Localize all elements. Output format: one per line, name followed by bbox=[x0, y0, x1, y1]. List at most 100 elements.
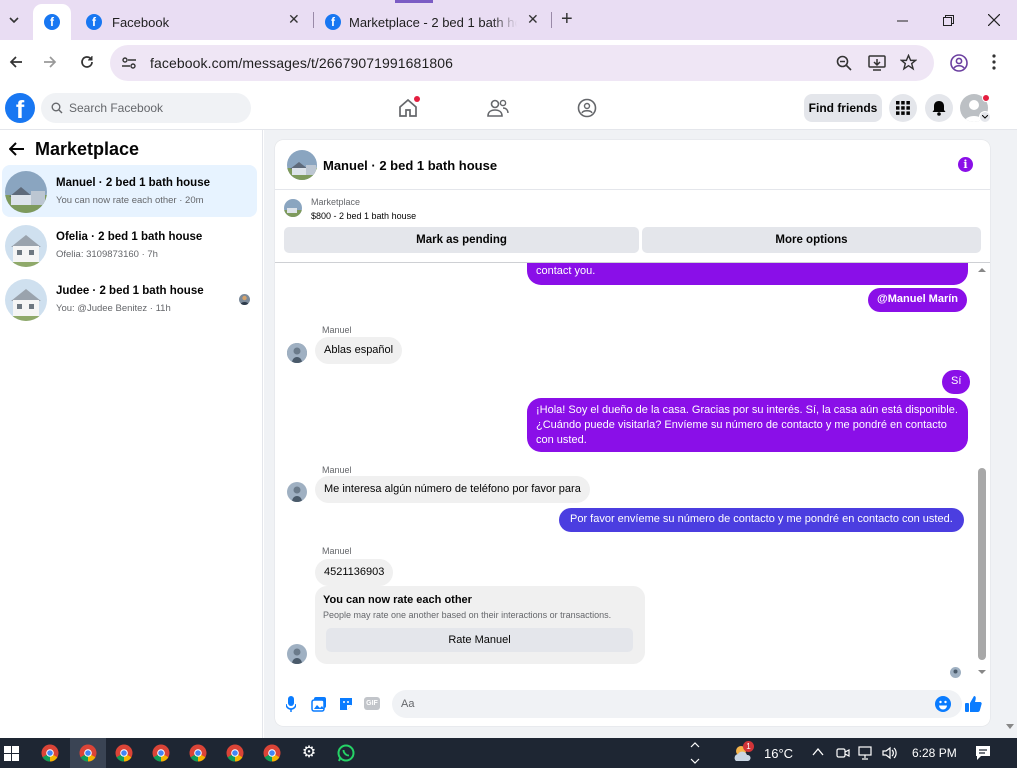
conversation-item-judee[interactable]: Judee · 2 bed 1 bath house You: @Judee B… bbox=[2, 273, 257, 325]
like-thumbs-up-icon[interactable] bbox=[964, 695, 982, 713]
weather-icon[interactable]: 1 bbox=[732, 741, 754, 763]
friends-icon[interactable] bbox=[487, 98, 509, 118]
conversation-preview: Ofelia: 3109873160 · 7h bbox=[56, 249, 158, 260]
mention-message: @Manuel Marín bbox=[868, 288, 968, 312]
groups-icon[interactable] bbox=[577, 98, 597, 118]
tab-title: Facebook bbox=[112, 14, 170, 30]
listing-thumbnail bbox=[5, 171, 47, 213]
find-friends-button[interactable]: Find friends bbox=[804, 94, 882, 122]
volume-icon[interactable] bbox=[882, 746, 900, 760]
rate-each-other-card: You can now rate each other People may r… bbox=[315, 586, 645, 664]
outgoing-message: Por favor envíeme su número de contacto … bbox=[559, 508, 964, 532]
chrome-taskbar-icon[interactable] bbox=[41, 744, 59, 762]
read-receipt-avatar bbox=[950, 667, 961, 678]
listing-thumbnail bbox=[5, 279, 47, 321]
page-scroll-down-icon[interactable] bbox=[1006, 724, 1014, 730]
chrome-taskbar-icon[interactable] bbox=[79, 744, 97, 762]
facebook-icon: f bbox=[86, 14, 102, 30]
chat-window: Manuel · 2 bed 1 bath house i Marketplac… bbox=[275, 140, 990, 726]
gif-icon[interactable]: GIF bbox=[364, 697, 380, 710]
listing-thumbnail[interactable] bbox=[284, 199, 302, 217]
sender-avatar[interactable] bbox=[287, 644, 307, 664]
site-info-icon[interactable] bbox=[121, 55, 137, 71]
weather-badge: 1 bbox=[743, 741, 754, 752]
close-tab-icon[interactable]: ✕ bbox=[527, 11, 539, 28]
tab-facebook[interactable]: f Facebook bbox=[86, 4, 306, 40]
profile-icon[interactable] bbox=[950, 54, 968, 72]
conversation-name: Manuel · 2 bed 1 bath house bbox=[56, 177, 210, 189]
notification-center-icon[interactable] bbox=[975, 745, 991, 761]
seen-avatar bbox=[239, 294, 250, 305]
temperature[interactable]: 16°C bbox=[764, 746, 793, 761]
network-icon[interactable] bbox=[858, 746, 874, 760]
home-icon[interactable] bbox=[398, 96, 420, 118]
sender-avatar[interactable] bbox=[287, 482, 307, 502]
browser-tab-strip: f f Facebook ✕ f Marketplace - 2 bed 1 b… bbox=[0, 0, 1017, 40]
chrome-taskbar-icon[interactable] bbox=[189, 744, 207, 762]
minimize-icon[interactable] bbox=[887, 8, 917, 32]
notifications-bell-icon[interactable] bbox=[925, 94, 953, 122]
emoji-icon[interactable] bbox=[935, 696, 951, 712]
new-tab-icon[interactable]: + bbox=[561, 8, 573, 31]
avatar-notification-dot bbox=[982, 94, 990, 102]
windows-start-icon[interactable] bbox=[4, 746, 19, 761]
chat-title[interactable]: Manuel · 2 bed 1 bath house bbox=[323, 158, 497, 173]
rate-manuel-button[interactable]: Rate Manuel bbox=[326, 628, 633, 652]
close-tab-icon[interactable]: ✕ bbox=[288, 11, 300, 28]
close-window-icon[interactable] bbox=[979, 8, 1009, 32]
outgoing-message: contact you. bbox=[527, 263, 968, 285]
message-scrollbar[interactable] bbox=[975, 263, 990, 682]
facebook-logo-icon[interactable]: f bbox=[5, 93, 35, 123]
photo-icon[interactable] bbox=[311, 696, 327, 712]
restore-icon[interactable] bbox=[933, 8, 963, 32]
sender-name: Manuel bbox=[322, 465, 352, 475]
chrome-taskbar-icon[interactable] bbox=[263, 744, 281, 762]
tab-active-facebook-icon[interactable]: f bbox=[33, 4, 71, 40]
sender-avatar[interactable] bbox=[287, 343, 307, 363]
whatsapp-icon[interactable] bbox=[337, 744, 355, 762]
scroll-up-down-icon[interactable] bbox=[690, 740, 700, 766]
listing-title[interactable]: $800 - 2 bed 1 bath house bbox=[311, 211, 416, 221]
rate-card-subtitle: People may rate one another based on the… bbox=[323, 610, 612, 620]
sticker-icon[interactable] bbox=[338, 696, 354, 712]
menu-kebab-icon[interactable] bbox=[992, 54, 996, 70]
tab-title: Marketplace - 2 bed 1 bath hou bbox=[349, 14, 517, 30]
show-hidden-icons-icon[interactable] bbox=[812, 745, 824, 759]
back-arrow-icon[interactable] bbox=[9, 142, 25, 156]
message-thread: contact you. @Manuel Marín Manuel Ablas … bbox=[275, 262, 990, 682]
microphone-icon[interactable] bbox=[286, 696, 296, 712]
conversation-name: Judee · 2 bed 1 bath house bbox=[56, 285, 204, 297]
chevron-down-icon[interactable] bbox=[979, 111, 991, 123]
mark-as-pending-button[interactable]: Mark as pending bbox=[284, 227, 639, 253]
apps-menu-icon[interactable] bbox=[889, 94, 917, 122]
meet-now-icon[interactable] bbox=[836, 746, 850, 760]
facebook-header: f Search Facebook Find friends bbox=[0, 86, 1017, 130]
conversation-item-manuel[interactable]: Manuel · 2 bed 1 bath house You can now … bbox=[2, 165, 257, 217]
rate-card-title: You can now rate each other bbox=[323, 594, 472, 606]
install-app-icon[interactable] bbox=[868, 55, 886, 71]
windows-taskbar: ⚙ 1 16°C 6:28 PM bbox=[0, 738, 1017, 768]
clock-time[interactable]: 6:28 PM bbox=[912, 746, 957, 760]
info-icon[interactable]: i bbox=[958, 157, 973, 172]
incoming-message: Ablas español bbox=[315, 337, 403, 364]
tab-marketplace[interactable]: f Marketplace - 2 bed 1 bath hou bbox=[325, 4, 525, 40]
chrome-taskbar-icon[interactable] bbox=[115, 744, 133, 762]
tab-search-icon[interactable] bbox=[4, 10, 24, 30]
conversation-item-ofelia[interactable]: Ofelia · 2 bed 1 bath house Ofelia: 3109… bbox=[2, 219, 257, 271]
settings-gear-icon[interactable]: ⚙ bbox=[300, 744, 318, 762]
message-input[interactable]: Aa bbox=[392, 690, 962, 718]
back-icon[interactable] bbox=[8, 54, 24, 70]
reload-icon[interactable] bbox=[79, 54, 95, 70]
chrome-taskbar-icon[interactable] bbox=[152, 744, 170, 762]
chat-header: Manuel · 2 bed 1 bath house i bbox=[275, 140, 990, 190]
url-text[interactable]: facebook.com/messages/t/2667907199168180… bbox=[150, 55, 453, 71]
search-field[interactable]: Search Facebook bbox=[41, 93, 251, 123]
chat-avatar[interactable] bbox=[287, 150, 317, 180]
zoom-icon[interactable] bbox=[836, 55, 852, 71]
facebook-icon: f bbox=[325, 14, 341, 30]
forward-icon[interactable] bbox=[42, 54, 58, 70]
address-bar: facebook.com/messages/t/2667907199168180… bbox=[0, 40, 1017, 86]
bookmark-star-icon[interactable] bbox=[900, 54, 917, 71]
more-options-button[interactable]: More options bbox=[642, 227, 981, 253]
chrome-taskbar-icon[interactable] bbox=[226, 744, 244, 762]
